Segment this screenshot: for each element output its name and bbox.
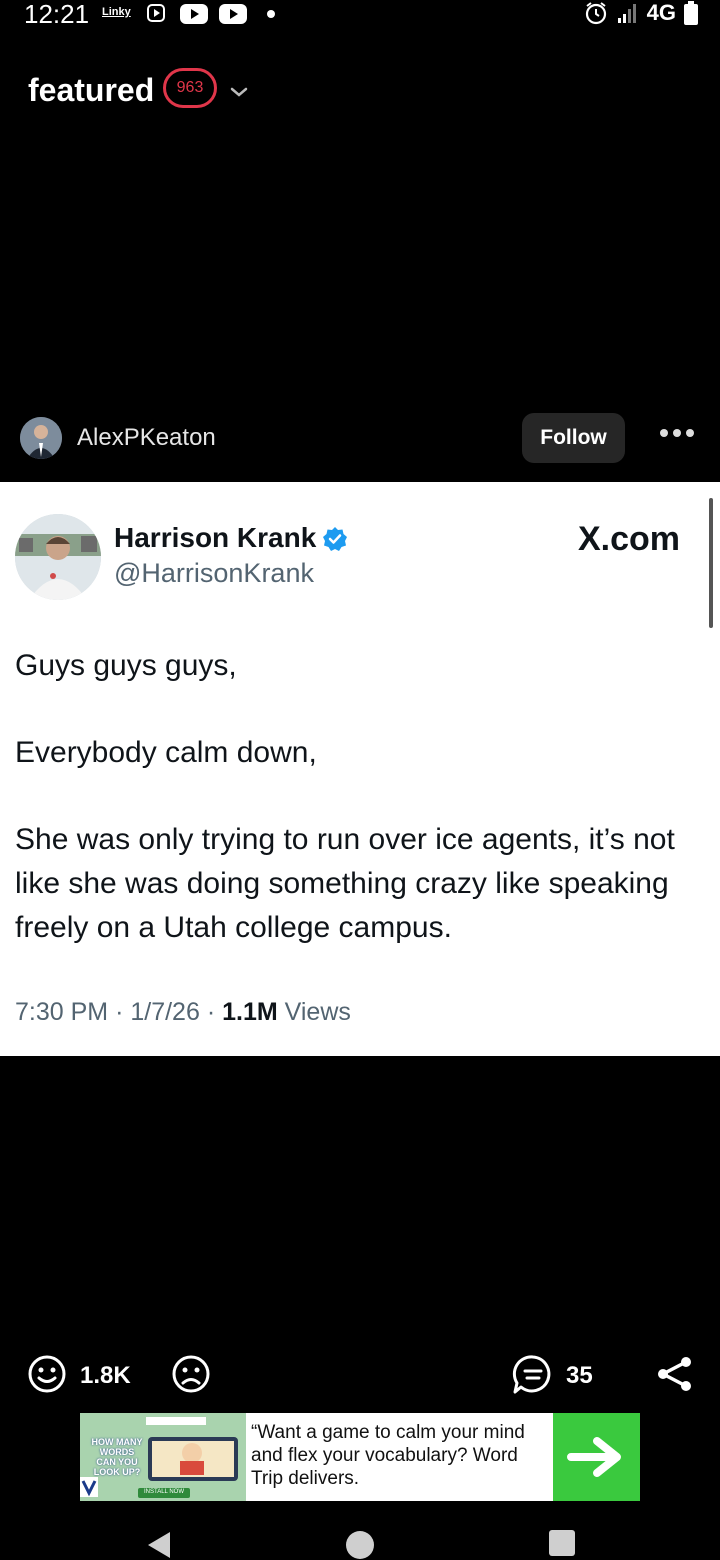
status-time: 12:21 [24, 0, 90, 29]
ad-image-caption: HOW MANY WORDS CAN YOU LOOK UP? [91, 1437, 143, 1477]
verified-badge-icon [323, 527, 347, 551]
tweet-author-name: Harrison Krank [114, 522, 317, 553]
scrollbar[interactable] [709, 498, 713, 628]
share-icon[interactable] [655, 1354, 695, 1394]
battery-icon [684, 1, 698, 25]
youtube-icon [219, 4, 247, 24]
tweet-meta: 7:30 PM · 1/7/26 · 1.1M Views [15, 998, 351, 1026]
network-label: 4G [646, 0, 676, 25]
comment-count: 35 [566, 1362, 593, 1389]
more-options-icon[interactable] [659, 428, 695, 438]
tweet-paragraph: She was only trying to run over ice agen… [15, 823, 675, 944]
alarm-icon [585, 2, 606, 25]
signal-icon [617, 4, 636, 23]
ad-text[interactable]: “Want a game to calm your mind and flex … [251, 1421, 551, 1490]
tweet-date: 1/7/26 [130, 998, 200, 1026]
downvote-frown-icon[interactable] [171, 1354, 211, 1394]
notification-count-badge: 963 [163, 68, 217, 108]
tweet-views-count: 1.1M [222, 998, 278, 1026]
tweet-author-handle: @HarrisonKrank [114, 558, 314, 588]
tweet-text: Guys guys guys, Everybody calm down, She… [15, 644, 705, 993]
ad-banner[interactable]: HOW MANY WORDS CAN YOU LOOK UP? INSTALL … [80, 1413, 640, 1501]
feed-title[interactable]: featured [28, 72, 154, 109]
follow-button[interactable]: Follow [522, 413, 625, 463]
ad-image[interactable]: HOW MANY WORDS CAN YOU LOOK UP? INSTALL … [80, 1413, 246, 1501]
tweet-views-label: Views [284, 998, 351, 1026]
linky-app-label: Linky [102, 6, 131, 18]
ad-cta-button[interactable] [553, 1413, 640, 1501]
tweet-paragraph: Everybody calm down, [15, 736, 317, 769]
arrow-right-icon [566, 1437, 621, 1477]
tweet-paragraph: Guys guys guys, [15, 649, 237, 682]
tweet-time: 7:30 PM [15, 998, 109, 1026]
youtube-icon [180, 4, 208, 24]
upvote-count: 1.8K [80, 1362, 131, 1389]
chevron-down-icon[interactable] [230, 86, 248, 98]
recents-nav-icon[interactable] [549, 1530, 575, 1556]
home-nav-icon[interactable] [345, 1530, 375, 1560]
source-label: X.com [578, 520, 681, 558]
comment-icon[interactable] [512, 1354, 554, 1396]
back-nav-icon[interactable] [144, 1530, 174, 1560]
author-username[interactable]: AlexPKeaton [77, 424, 216, 452]
author-avatar[interactable] [20, 417, 62, 459]
upvote-smile-icon[interactable] [27, 1354, 67, 1394]
status-right-group: 4G [583, 0, 698, 26]
ad-install-label: INSTALL NOW [143, 1489, 184, 1495]
tweet-author-avatar [15, 514, 101, 600]
play-box-icon [147, 4, 165, 22]
tweet-screenshot-card[interactable]: Harrison Krank @HarrisonKrank X.com Guys… [0, 482, 720, 1056]
dot-icon [267, 10, 275, 18]
